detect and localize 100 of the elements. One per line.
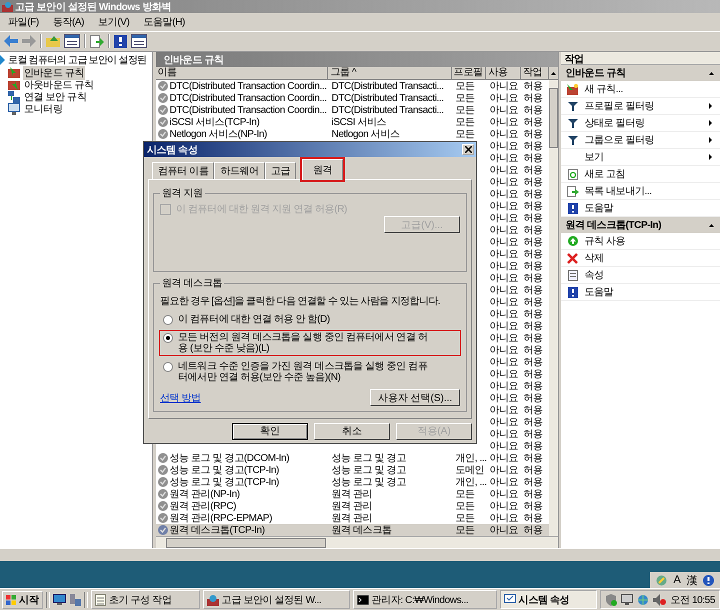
taskbar-button[interactable]: 초기 구성 작업: [91, 590, 200, 610]
column-header[interactable]: 사용: [486, 67, 521, 80]
help-link[interactable]: 선택 방법: [160, 390, 201, 404]
menu-item[interactable]: 도움말(H): [143, 14, 185, 29]
action-item[interactable]: 속성: [584, 268, 720, 282]
console-tree-icon[interactable]: [131, 34, 147, 48]
monitor-icon: [8, 102, 20, 115]
action-item[interactable]: 프로필로 필터링: [584, 99, 703, 114]
section-header[interactable]: 원격 데스크톱(TCP-In): [560, 217, 720, 234]
language-button[interactable]: 漢: [686, 572, 697, 588]
help-icon[interactable]: [703, 574, 714, 586]
table-cell-text: 허용: [524, 140, 543, 154]
table-cell-text: 아니요: [490, 320, 518, 334]
table-cell-text: 아니요: [490, 272, 518, 286]
column-header[interactable]: 그룹 ^: [328, 67, 452, 80]
menu-item[interactable]: 보기(V): [98, 14, 130, 29]
rule-status-icon: [158, 525, 168, 536]
action-item[interactable]: 삭제: [584, 251, 720, 266]
language-button[interactable]: A: [673, 574, 680, 586]
collapse-icon[interactable]: [709, 72, 714, 75]
table-cell-text: 성능 로그 및 경고: [332, 476, 406, 490]
dialog-button[interactable]: 취소: [314, 422, 390, 440]
pane-header: 인바운드 규칙: [156, 52, 558, 68]
section-header[interactable]: 인바운드 규칙: [560, 65, 720, 82]
table-cell-text: 아니요: [490, 440, 518, 454]
help-icon[interactable]: [114, 34, 127, 48]
window-title: 고급 보안이 설정된 Windows 방화벽: [15, 0, 172, 14]
group-title: 원격 데스크톱: [161, 277, 223, 290]
menu-item[interactable]: 동작(A): [52, 14, 84, 29]
table-cell-text: 아니요: [490, 80, 518, 94]
submenu-arrow-icon: [709, 103, 712, 110]
monitor-icon[interactable]: [621, 594, 634, 606]
tab[interactable]: 하드웨어: [214, 162, 265, 179]
table-cell-text: 개인, ...: [456, 452, 487, 466]
collapse-icon[interactable]: [709, 224, 714, 227]
security-shield-icon[interactable]: [605, 594, 618, 606]
menu-item[interactable]: 파일(F): [8, 14, 39, 29]
taskbar-button[interactable]: 관리자: C:₩Windows...: [352, 590, 497, 610]
tree-item[interactable]: 연결 보안 규칙: [23, 90, 88, 104]
vertical-scrollbar[interactable]: [548, 80, 558, 536]
table-cell-text: 아니요: [490, 332, 518, 346]
table-cell-text: 허용: [524, 452, 543, 466]
tree-item[interactable]: 아웃바운드 규칙: [23, 78, 95, 92]
tree-item[interactable]: 모니터링: [23, 102, 64, 116]
table-cell: DTC(Distributed Transacti...: [332, 92, 444, 104]
action-item[interactable]: 도움말: [584, 201, 720, 216]
table-cell-text: 허용: [524, 152, 543, 166]
filter-icon: [568, 102, 578, 111]
radio-button[interactable]: [163, 333, 173, 343]
show-desktop-icon[interactable]: [53, 594, 66, 606]
action-item[interactable]: 도움말: [584, 285, 720, 300]
action-item[interactable]: 그룹으로 필터링: [584, 133, 703, 148]
radio-button[interactable]: [163, 362, 173, 372]
export-list-icon[interactable]: [90, 34, 104, 48]
table-cell-text: 모든: [456, 512, 475, 526]
tab[interactable]: 고급: [264, 162, 296, 179]
input-pen-icon[interactable]: [656, 574, 668, 586]
taskbar-button[interactable]: 고급 보안이 설정된 W...: [202, 590, 350, 610]
radio-label: 이 컴퓨터에 대한 연결 허용 안 함(D): [178, 314, 331, 325]
action-item[interactable]: 규칙 사용: [584, 234, 720, 248]
action-item[interactable]: 새로 고침: [584, 167, 720, 182]
action-item[interactable]: 보기: [584, 150, 703, 164]
table-cell-text: iSCSI 서비스(TCP-In): [170, 116, 260, 130]
folder-up-icon[interactable]: [46, 35, 60, 48]
table-cell-text: 원격 관리: [332, 488, 372, 502]
tab[interactable]: 컴퓨터 이름: [152, 162, 214, 179]
close-button[interactable]: [462, 144, 474, 155]
network-icon[interactable]: [637, 594, 650, 606]
action-item[interactable]: 새 규칙...: [584, 82, 720, 96]
column-header[interactable]: 프로필: [452, 67, 486, 80]
action-item[interactable]: 상태로 필터링: [584, 116, 703, 130]
tab[interactable]: 원격: [302, 159, 344, 180]
table-cell-text: 아니요: [490, 512, 518, 526]
table-cell: DTC(Distributed Transaction Coordin...: [170, 104, 327, 116]
table-cell-text: 원격 관리: [332, 512, 372, 526]
select-users-button[interactable]: 사용자 선택(S)...: [370, 389, 460, 406]
table-cell-text: 도메인: [456, 464, 484, 478]
tree-item[interactable]: 인바운드 규칙: [23, 66, 85, 80]
table-cell-text: 허용: [524, 476, 543, 490]
firewall-app-icon: [206, 594, 219, 606]
muted-speaker-icon[interactable]: [653, 594, 666, 606]
table-cell-text: 아니요: [490, 140, 518, 154]
forward-arrow-icon[interactable]: [22, 35, 36, 48]
table-cell: DTC(Distributed Transaction Coordin...: [170, 80, 327, 92]
table-cell-text: 허용: [524, 464, 543, 478]
table-cell-text: 아니요: [490, 176, 518, 190]
taskbar-button[interactable]: 시스템 속성: [500, 590, 598, 610]
action-item[interactable]: 목록 내보내기...: [584, 184, 720, 198]
submenu-arrow-icon: [709, 120, 712, 126]
radio-button[interactable]: [163, 315, 173, 325]
tree-item[interactable]: 로컬 컴퓨터의 고급 보안이 설정된: [7, 53, 148, 68]
console-tree-icon[interactable]: [64, 34, 80, 48]
table-cell-text: 허용: [524, 92, 543, 106]
properties-icon: [568, 270, 578, 281]
back-arrow-icon[interactable]: [4, 35, 18, 48]
start-button[interactable]: 시작: [2, 590, 43, 609]
dialog-button[interactable]: 확인: [232, 422, 308, 440]
column-header[interactable]: 이름: [156, 67, 328, 80]
table-cell-text: 모든: [456, 500, 475, 514]
horizontal-scrollbar[interactable]: [156, 536, 558, 548]
